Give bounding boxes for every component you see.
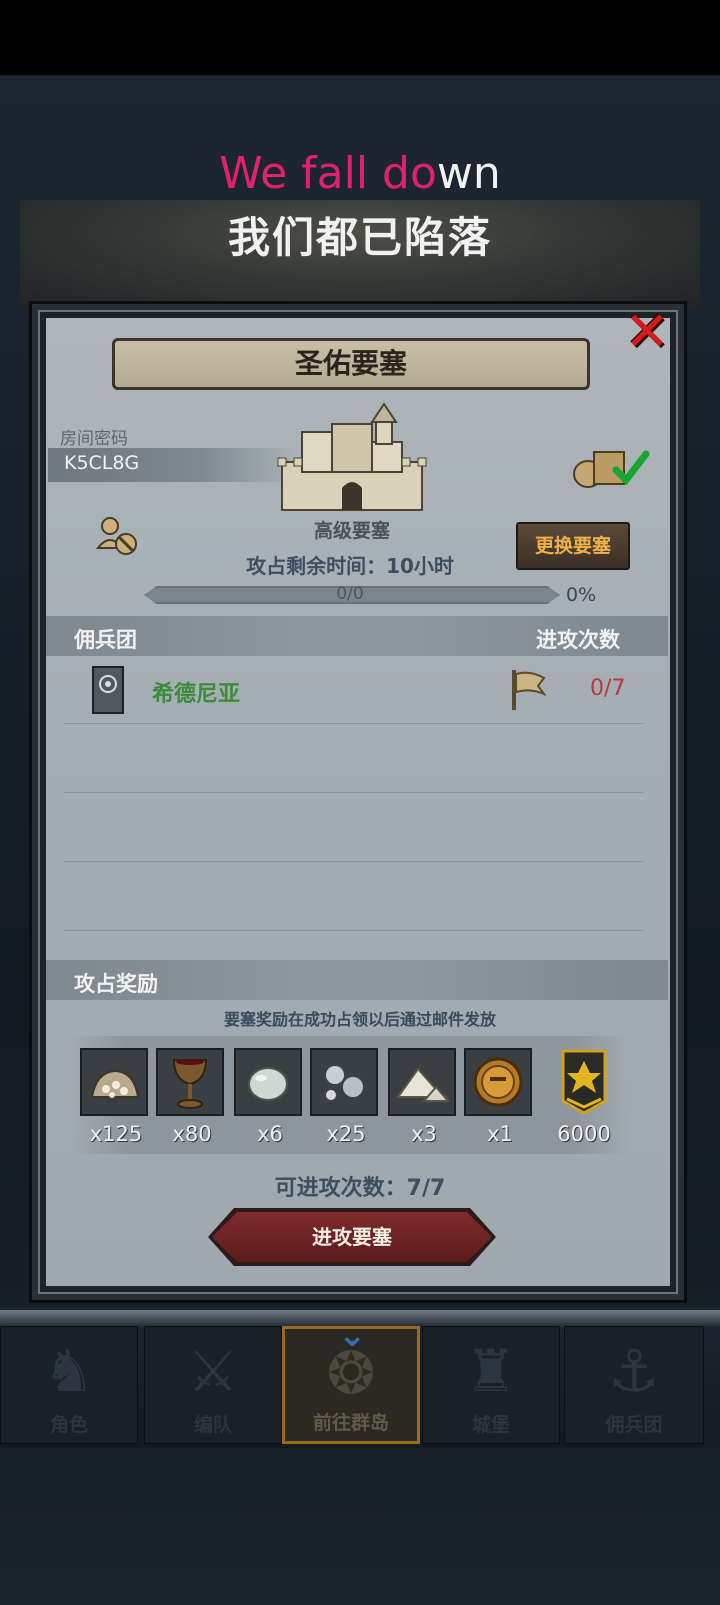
tab-label: 编队 <box>193 1414 232 1436</box>
bone-pile-icon <box>80 1048 148 1116</box>
reward-item[interactable]: x80 <box>156 1048 228 1146</box>
reward-qty: x1 <box>487 1122 513 1146</box>
supply-check-icon[interactable] <box>572 444 650 490</box>
reward-qty: x25 <box>326 1122 366 1146</box>
attack-count-header: 进攻次数 <box>536 628 620 652</box>
password-label: 房间密码 <box>60 429 128 449</box>
reward-qty: x125 <box>89 1122 143 1146</box>
row-divider <box>64 861 644 862</box>
tab-mercenary[interactable]: ⚓ 佣兵团 <box>564 1326 704 1444</box>
capture-progress-percent: 0% <box>566 584 597 606</box>
reward-item[interactable]: x125 <box>80 1048 152 1146</box>
status-bar-area <box>0 0 720 75</box>
tab-character[interactable]: ♞ 角色 <box>0 1326 138 1444</box>
password-value[interactable]: K5CL8G <box>64 452 139 474</box>
lyric-english: We fall down <box>0 148 720 200</box>
stone-egg-icon <box>234 1048 302 1116</box>
tab-label: 前往群岛 <box>312 1412 389 1434</box>
reward-qty: x6 <box>257 1122 283 1146</box>
reward-qty: x80 <box>172 1122 212 1146</box>
reward-item[interactable]: 6000 <box>546 1048 622 1146</box>
goblet-icon <box>156 1048 224 1116</box>
row-divider <box>64 723 644 724</box>
character-icon: ♞ <box>43 1337 95 1405</box>
row-divider <box>64 930 644 931</box>
mercenary-icon: ⚓ <box>608 1337 660 1405</box>
attack-fortress-button[interactable]: 进攻要塞 <box>212 1212 492 1262</box>
swap-fortress-button[interactable]: 更换要塞 <box>516 522 630 570</box>
reward-item[interactable]: x6 <box>234 1048 306 1146</box>
lyric-english-rest: wn <box>436 148 501 199</box>
remaining-attempts: 可进攻次数：7/7 <box>274 1176 446 1201</box>
powder-pile-icon <box>388 1048 456 1116</box>
reward-item[interactable]: x1 <box>464 1048 536 1146</box>
lyric-english-highlight: We fall do <box>219 148 437 199</box>
rank-badge-icon <box>550 1048 618 1116</box>
chevron-down-icon: ⌄ <box>338 1315 367 1355</box>
castle-icon: ♜ <box>465 1337 517 1405</box>
reward-note: 要塞奖励在成功占领以后通过邮件发放 <box>223 1010 496 1029</box>
row-divider <box>64 792 644 793</box>
flag-icon <box>512 670 546 710</box>
reward-item[interactable]: x25 <box>310 1048 382 1146</box>
formation-icon: ⚔ <box>187 1337 239 1405</box>
mercenary-name[interactable]: 希德尼亚 <box>152 676 240 708</box>
tab-castle[interactable]: ♜ 城堡 <box>422 1326 560 1444</box>
dialog-title: 圣佑要塞 <box>112 338 590 390</box>
reward-item[interactable]: x3 <box>388 1048 460 1146</box>
castle-icon <box>277 402 427 511</box>
remaining-time: 攻占剩余时间：10小时 <box>246 554 454 578</box>
reward-qty: 6000 <box>557 1122 611 1146</box>
mercenary-attack-count: 0/7 <box>590 676 626 701</box>
knight-medal-icon <box>464 1048 532 1116</box>
reward-qty: x3 <box>411 1122 437 1146</box>
lyric-chinese: 我们都已陷落 <box>227 213 492 262</box>
silver-orbs-icon <box>310 1048 378 1116</box>
close-icon[interactable]: ✕ <box>622 305 672 359</box>
capture-progress-text: 0/0 <box>336 584 364 604</box>
tab-label: 城堡 <box>471 1414 510 1436</box>
tab-label: 角色 <box>49 1414 88 1436</box>
tab-formation[interactable]: ⚔ 编队 <box>144 1326 282 1444</box>
tab-label: 佣兵团 <box>605 1414 663 1436</box>
reward-header: 攻占奖励 <box>74 972 158 996</box>
guild-emblem-icon <box>92 666 124 714</box>
fortress-type: 高级要塞 <box>313 520 390 542</box>
mercenary-forbidden-icon <box>96 517 137 555</box>
mercenary-header: 佣兵团 <box>74 628 137 652</box>
